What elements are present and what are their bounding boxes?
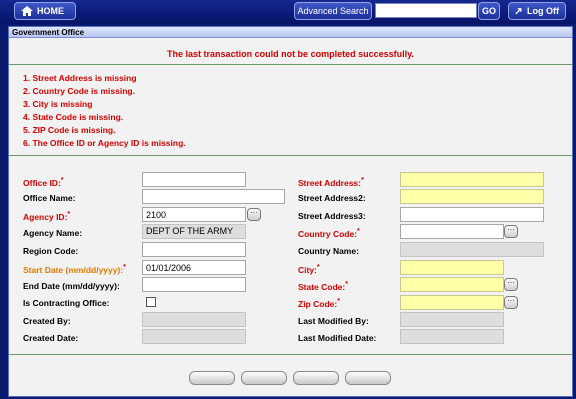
office-id-label: Office ID:* — [23, 177, 64, 188]
country-name-label: Country Name: — [298, 246, 359, 256]
error-item: 1. Street Address is missing — [23, 73, 137, 83]
created-by-field — [142, 312, 246, 327]
zip-code-input[interactable] — [400, 295, 504, 310]
state-code-input[interactable] — [400, 277, 504, 292]
country-name-field — [400, 242, 544, 257]
error-list: 1. Street Address is missing 2. Country … — [23, 72, 186, 150]
error-item: 6. The Office ID or Agency ID is missing… — [23, 138, 186, 148]
advanced-search-label: Advanced Search — [297, 6, 369, 16]
divider-footer — [9, 354, 572, 355]
country-code-label: Country Code:* — [298, 228, 360, 239]
street-address3-label: Street Address3: — [298, 211, 366, 221]
end-date-input[interactable] — [142, 277, 246, 292]
agency-name-field: DEPT OF THE ARMY — [142, 224, 246, 239]
created-date-label: Created Date: — [23, 333, 79, 343]
footer-button-4[interactable] — [345, 371, 391, 385]
office-id-input[interactable] — [142, 172, 246, 187]
agency-name-label: Agency Name: — [23, 228, 83, 238]
last-modified-by-label: Last Modified By: — [298, 316, 369, 326]
office-name-label: Office Name: — [23, 193, 76, 203]
go-label: GO — [481, 6, 496, 16]
error-item: 3. City is missing — [23, 99, 93, 109]
footer-button-2[interactable] — [241, 371, 287, 385]
street-address2-label: Street Address2: — [298, 193, 366, 203]
error-item: 4. State Code is missing. — [23, 112, 124, 122]
street-address2-input[interactable] — [400, 189, 544, 204]
office-name-input[interactable] — [142, 189, 285, 204]
last-modified-date-label: Last Modified Date: — [298, 333, 377, 343]
city-input[interactable] — [400, 260, 504, 275]
logoff-label: Log Off — [527, 6, 559, 16]
home-icon — [21, 6, 33, 16]
error-item: 2. Country Code is missing. — [23, 86, 135, 96]
agency-id-label: Agency ID:* — [23, 211, 71, 222]
contracting-office-label: Is Contracting Office: — [23, 298, 110, 308]
created-date-field — [142, 329, 246, 344]
agency-lookup-button[interactable]: ··· — [247, 208, 261, 221]
government-office-panel: Government Office The last transaction c… — [8, 26, 573, 397]
agency-id-input[interactable] — [142, 207, 246, 222]
advanced-search-button[interactable]: Advanced Search — [294, 2, 372, 20]
region-code-label: Region Code: — [23, 246, 79, 256]
end-date-label: End Date (mm/dd/yyyy): — [23, 281, 120, 291]
state-code-label: State Code:* — [298, 281, 348, 292]
country-lookup-button[interactable]: ··· — [504, 225, 518, 238]
top-nav-bar: HOME Advanced Search GO Log Off — [0, 0, 576, 24]
created-by-label: Created By: — [23, 316, 71, 326]
street-address-label: Street Address:* — [298, 177, 364, 188]
start-date-label: Start Date (mm/dd/yyyy):* — [23, 264, 126, 275]
status-message: The last transaction could not be comple… — [167, 49, 414, 59]
footer-button-1[interactable] — [189, 371, 235, 385]
logoff-arrow-icon — [515, 8, 522, 15]
panel-title: Government Office — [9, 27, 572, 38]
start-date-input[interactable] — [142, 260, 246, 275]
error-item: 5. ZIP Code is missing. — [23, 125, 116, 135]
search-input[interactable] — [375, 3, 477, 18]
street-address3-input[interactable] — [400, 207, 544, 222]
logoff-button[interactable]: Log Off — [508, 2, 566, 20]
region-code-input[interactable] — [142, 242, 246, 257]
city-label: City:* — [298, 264, 320, 275]
contracting-office-checkbox[interactable] — [146, 297, 156, 307]
divider-bottom — [9, 155, 572, 156]
country-code-input[interactable] — [400, 224, 504, 239]
home-button[interactable]: HOME — [14, 2, 76, 20]
state-lookup-button[interactable]: ··· — [504, 278, 518, 291]
last-modified-date-field — [400, 329, 504, 344]
zip-code-label: Zip Code:* — [298, 298, 340, 309]
street-address-input[interactable] — [400, 172, 544, 187]
zip-lookup-button[interactable]: ··· — [504, 296, 518, 309]
home-label: HOME — [37, 6, 64, 16]
divider-top — [9, 64, 572, 65]
go-button[interactable]: GO — [478, 2, 500, 20]
footer-button-3[interactable] — [293, 371, 339, 385]
last-modified-by-field — [400, 312, 504, 327]
